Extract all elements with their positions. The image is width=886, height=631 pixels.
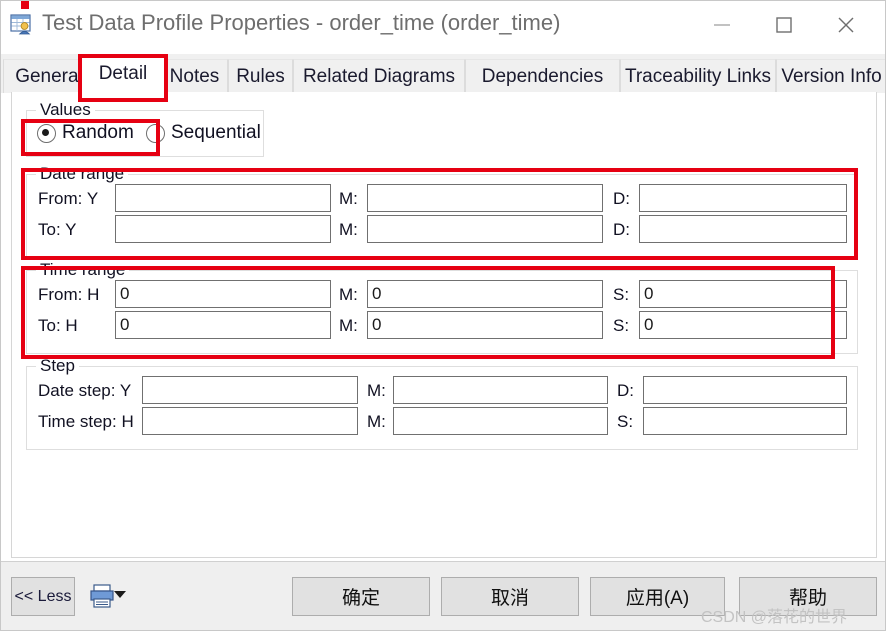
- date-range-to-year-label: Y: [65, 220, 77, 239]
- date-step-month-input[interactable]: [393, 376, 608, 404]
- time-step-minute-label: M:: [367, 412, 386, 431]
- date-from-day-label: D:: [613, 189, 630, 208]
- date-range-from-prefix: From:: [38, 189, 83, 208]
- tab-label: Detail: [98, 63, 148, 84]
- maximize-icon[interactable]: [753, 1, 815, 48]
- time-range-from-prefix: From:: [38, 285, 83, 304]
- time-range-from-label: From: H: [38, 285, 99, 305]
- radio-sequential-label: Sequential: [171, 122, 261, 143]
- time-to-minute-label: M:: [339, 316, 358, 335]
- time-to-second-label: S:: [613, 316, 630, 335]
- date-range-from-year-label: Y: [86, 189, 99, 208]
- time-step-second-input[interactable]: [643, 407, 847, 435]
- date-step-label: Date step: Y: [38, 381, 131, 401]
- radio-sequential-indicator: [146, 123, 165, 143]
- date-step-year-input[interactable]: [142, 376, 358, 404]
- time-from-minute-input[interactable]: 0: [367, 280, 603, 308]
- date-to-month-input[interactable]: [367, 215, 603, 243]
- step-group: Step Date step: Y M: D: Time step: H M: …: [26, 356, 858, 450]
- date-range-to-prefix: To:: [38, 220, 61, 239]
- date-step-year-label: Y: [119, 381, 132, 400]
- tab-notes[interactable]: Notes: [161, 59, 228, 93]
- step-group-legend: Step: [36, 356, 79, 376]
- time-to-second-input[interactable]: 0: [639, 311, 847, 339]
- tab-related-diagrams[interactable]: Related Diagrams: [293, 59, 465, 93]
- date-step-day-input[interactable]: [643, 376, 847, 404]
- time-from-minute-label: M:: [339, 285, 358, 304]
- time-step-prefix: Time step:: [38, 412, 117, 431]
- date-to-year-input[interactable]: [115, 215, 331, 243]
- date-range-group-legend: Date range: [36, 164, 129, 184]
- date-from-month-input[interactable]: [367, 184, 603, 212]
- time-from-second-input[interactable]: 0: [639, 280, 847, 308]
- time-range-group: Time range From: H 0 M: 0 S: 0 To: H 0 M…: [26, 260, 858, 354]
- tab-detail[interactable]: Detail: [79, 55, 167, 93]
- values-group: Values Random Sequential: [26, 100, 264, 157]
- date-from-day-input[interactable]: [639, 184, 847, 212]
- tab-label: Dependencies: [481, 65, 604, 87]
- tab-label: General: [15, 65, 83, 87]
- detail-tab-page: Values Random Sequential Date range From…: [11, 92, 877, 558]
- time-from-second-label: S:: [613, 285, 630, 304]
- date-step-prefix: Date step:: [38, 381, 116, 400]
- date-to-month-label: M:: [339, 220, 358, 239]
- date-to-day-input[interactable]: [639, 215, 847, 243]
- date-range-from-label: From: Y: [38, 189, 98, 209]
- tab-label: Notes: [169, 65, 220, 87]
- tab-rules[interactable]: Rules: [228, 59, 293, 93]
- help-button[interactable]: 帮助: [739, 577, 877, 616]
- time-step-second-label: S:: [617, 412, 634, 431]
- date-step-month-label: M:: [367, 381, 386, 400]
- time-step-hour-input[interactable]: [142, 407, 358, 435]
- tab-label: Traceability Links: [624, 65, 772, 87]
- date-to-day-label: D:: [613, 220, 630, 239]
- cancel-button[interactable]: 取消: [441, 577, 579, 616]
- time-range-to-hour-label: H: [65, 316, 78, 335]
- date-range-group: Date range From: Y M: D: To: Y M: D:: [26, 164, 858, 258]
- time-step-minute-input[interactable]: [393, 407, 608, 435]
- radio-random[interactable]: Random: [37, 122, 134, 144]
- tab-label: Version Info: [781, 65, 882, 87]
- time-from-hour-input[interactable]: 0: [115, 280, 331, 308]
- close-icon[interactable]: [815, 1, 877, 48]
- less-button[interactable]: << Less: [11, 577, 75, 616]
- time-step-label: Time step: H: [38, 412, 134, 432]
- time-step-hour-label: H: [121, 412, 134, 431]
- time-range-group-legend: Time range: [36, 260, 130, 280]
- tab-traceability-links[interactable]: Traceability Links: [620, 59, 776, 93]
- date-step-day-label: D:: [617, 381, 634, 400]
- radio-random-indicator: [37, 123, 56, 143]
- time-to-hour-input[interactable]: 0: [115, 311, 331, 339]
- values-group-legend: Values: [36, 100, 95, 120]
- date-from-month-label: M:: [339, 189, 358, 208]
- time-to-minute-input[interactable]: 0: [367, 311, 603, 339]
- tab-label: Related Diagrams: [302, 65, 456, 87]
- time-range-to-prefix: To:: [38, 316, 61, 335]
- time-range-to-label: To: H: [38, 316, 78, 336]
- title-bar: Test Data Profile Properties - order_tim…: [1, 1, 885, 49]
- tab-strip: General Detail Notes Rules Related Diagr…: [1, 54, 885, 93]
- tab-version-info[interactable]: Version Info: [776, 59, 885, 93]
- ok-button[interactable]: 确定: [292, 577, 430, 616]
- radio-random-label: Random: [62, 122, 134, 143]
- minimize-icon[interactable]: [691, 1, 753, 48]
- caret-down-icon[interactable]: [114, 591, 126, 598]
- time-range-from-hour-label: H: [87, 285, 100, 304]
- table-person-icon: [10, 13, 33, 36]
- tab-label: Rules: [236, 65, 285, 87]
- tab-dependencies[interactable]: Dependencies: [465, 59, 620, 93]
- apply-button[interactable]: 应用(A): [590, 577, 725, 616]
- date-from-year-input[interactable]: [115, 184, 331, 212]
- radio-sequential[interactable]: Sequential: [146, 122, 261, 144]
- date-range-to-label: To: Y: [38, 220, 76, 240]
- test-data-profile-properties-dialog: Test Data Profile Properties - order_tim…: [0, 0, 886, 631]
- window-title: Test Data Profile Properties - order_tim…: [42, 10, 561, 35]
